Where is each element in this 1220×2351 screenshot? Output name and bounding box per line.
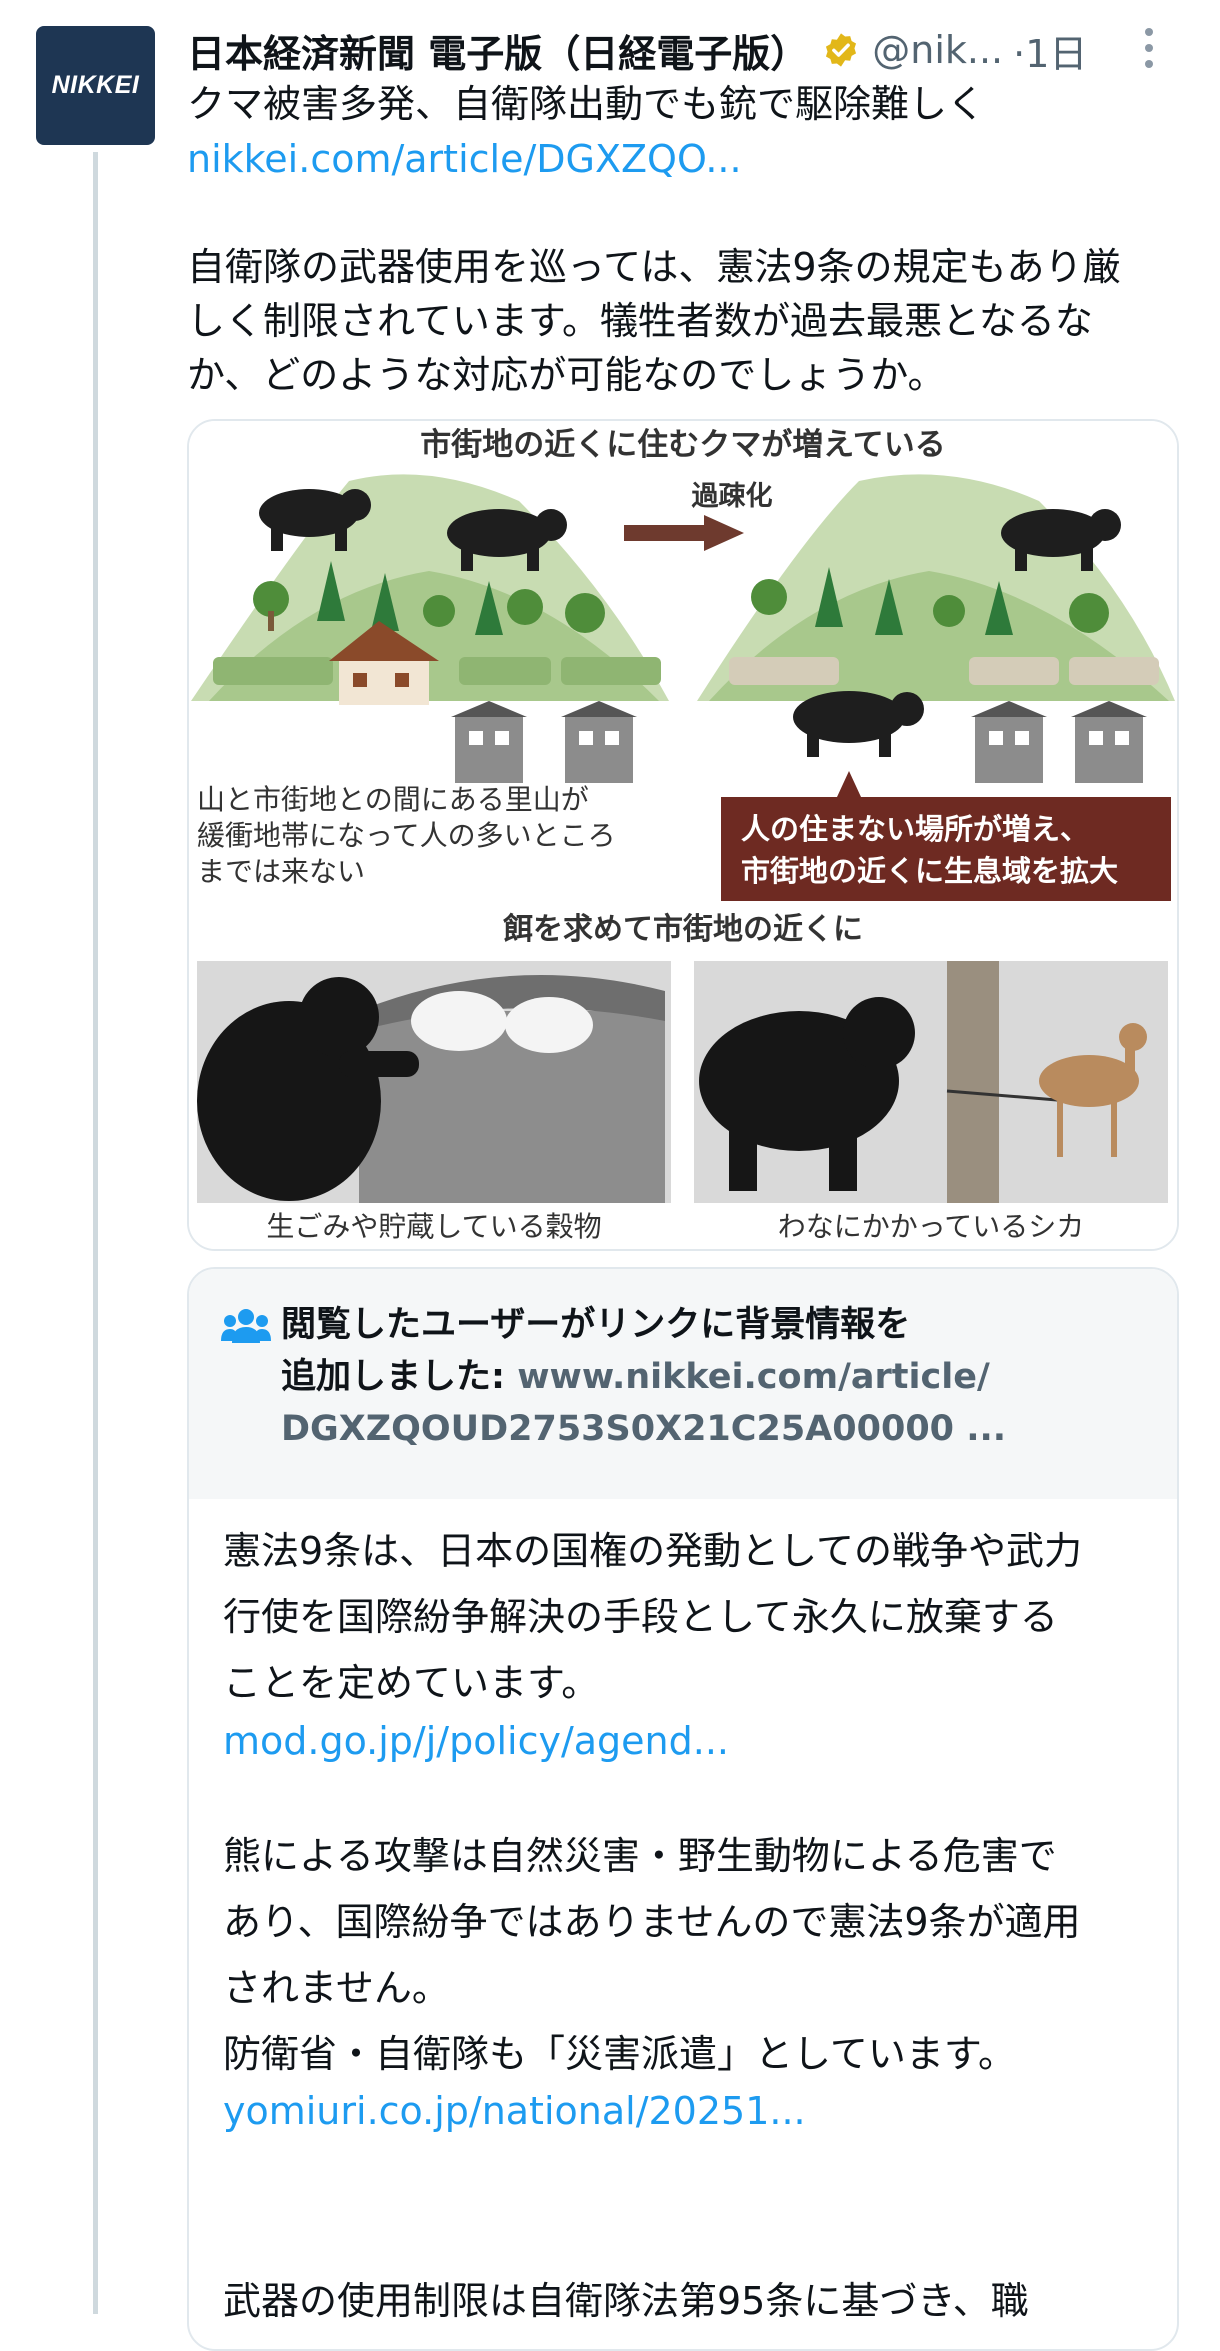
avatar-logo-text: NIKKEI — [51, 71, 140, 99]
photo-trash-bear — [197, 961, 671, 1203]
tweet-text-line: か、どのような対応が可能なのでしょうか。 — [187, 353, 946, 397]
note-source-link[interactable]: yomiuri.co.jp/national/20251... — [223, 2079, 806, 2143]
note-body-line: 憲法9条は、日本の国権の発動としての戦争や武力 — [223, 1529, 1083, 1573]
right-caption-line: 市街地の近くに生息域を拡大 — [741, 854, 1118, 888]
note-body-line: 防衛省・自衛隊も「災害派遣」としています。 — [223, 2032, 1017, 2076]
left-caption-line: までは来ない — [197, 855, 365, 888]
note-source-link[interactable]: mod.go.jp/j/policy/agend... — [223, 1709, 729, 1773]
tweet-text-line: クマ被害多発、自衛隊出動でも銃で駆除難しく — [187, 82, 986, 126]
handle[interactable]: @nik... — [872, 28, 1003, 72]
tweet-link[interactable]: nikkei.com/article/DGXZQO... — [187, 132, 742, 186]
note-body-line: 行使を国際紛争解決の手段として永久に放棄する — [223, 1595, 1058, 1639]
note-body-line: あり、国際紛争ではありませんので憲法9条が適用 — [223, 1900, 1081, 1944]
right-caption-line: 人の住まない場所が増え、 — [741, 812, 1089, 846]
left-caption-line: 山と市街地との間にある里山が — [197, 783, 589, 816]
display-name[interactable]: 日本経済新聞 電子版（日経電子版） — [187, 23, 808, 78]
photo-left-caption: 生ごみや貯蔵している穀物 — [266, 1210, 601, 1243]
photo-trapped-deer — [694, 961, 1168, 1203]
tweet-header: 日本経済新聞 電子版（日経電子版） @nik... ·1日 — [187, 20, 1187, 80]
tweet-text-line: しく制限されています。犠牲者数が過去最悪となるな — [187, 299, 1093, 343]
tweet-text-line: 自衛隊の武器使用を巡っては、憲法9条の規定もあり厳 — [187, 245, 1121, 289]
note-body-line: 熊による攻撃は自然災害・野生動物による危害で — [223, 1834, 1057, 1878]
infographic-title: 市街地の近くに住むクマが増えている — [420, 427, 945, 463]
arrow-label: 過疎化 — [692, 481, 773, 512]
avatar[interactable]: NIKKEI — [36, 26, 155, 145]
infographic-svg: 市街地の近くに住むクマが増えている 過疎化 山と市街地との間にある里山が 緩衝地… — [189, 421, 1177, 1249]
community-note-title-prefix: 追加しました: — [281, 1357, 518, 1397]
thread-line — [93, 152, 98, 2314]
infographic-image[interactable]: 市街地の近くに住むクマが増えている 過疎化 山と市街地との間にある里山が 緩衝地… — [187, 419, 1179, 1251]
community-note-url[interactable]: www.nikkei.com/article/ — [517, 1357, 990, 1397]
photo-right-caption: わなにかかっているシカ — [778, 1210, 1085, 1243]
people-icon — [221, 1309, 271, 1343]
note-body-line: 武器の使用制限は自衛隊法第95条に基づき、職 — [223, 2279, 1029, 2323]
note-body-line: ことを定めています。 — [223, 1661, 600, 1705]
community-note[interactable]: 閲覧したユーザーがリンクに背景情報を 追加しました: www.nikkei.co… — [187, 1267, 1179, 2351]
note-body-line: されません。 — [223, 1966, 450, 2010]
community-note-header: 閲覧したユーザーがリンクに背景情報を 追加しました: www.nikkei.co… — [189, 1269, 1177, 1499]
timestamp[interactable]: ·1日 — [1013, 23, 1087, 78]
community-note-title: 閲覧したユーザーがリンクに背景情報を — [281, 1305, 911, 1345]
left-caption-line: 緩衝地帯になって人の多いところ — [197, 819, 616, 852]
verified-badge-icon — [826, 33, 857, 67]
infographic-subtitle: 餌を求めて市街地の近くに — [503, 912, 863, 947]
more-options-icon[interactable] — [1142, 28, 1156, 72]
community-note-url[interactable]: DGXZQOUD2753S0X21C25A00000 ... — [281, 1403, 1006, 1455]
